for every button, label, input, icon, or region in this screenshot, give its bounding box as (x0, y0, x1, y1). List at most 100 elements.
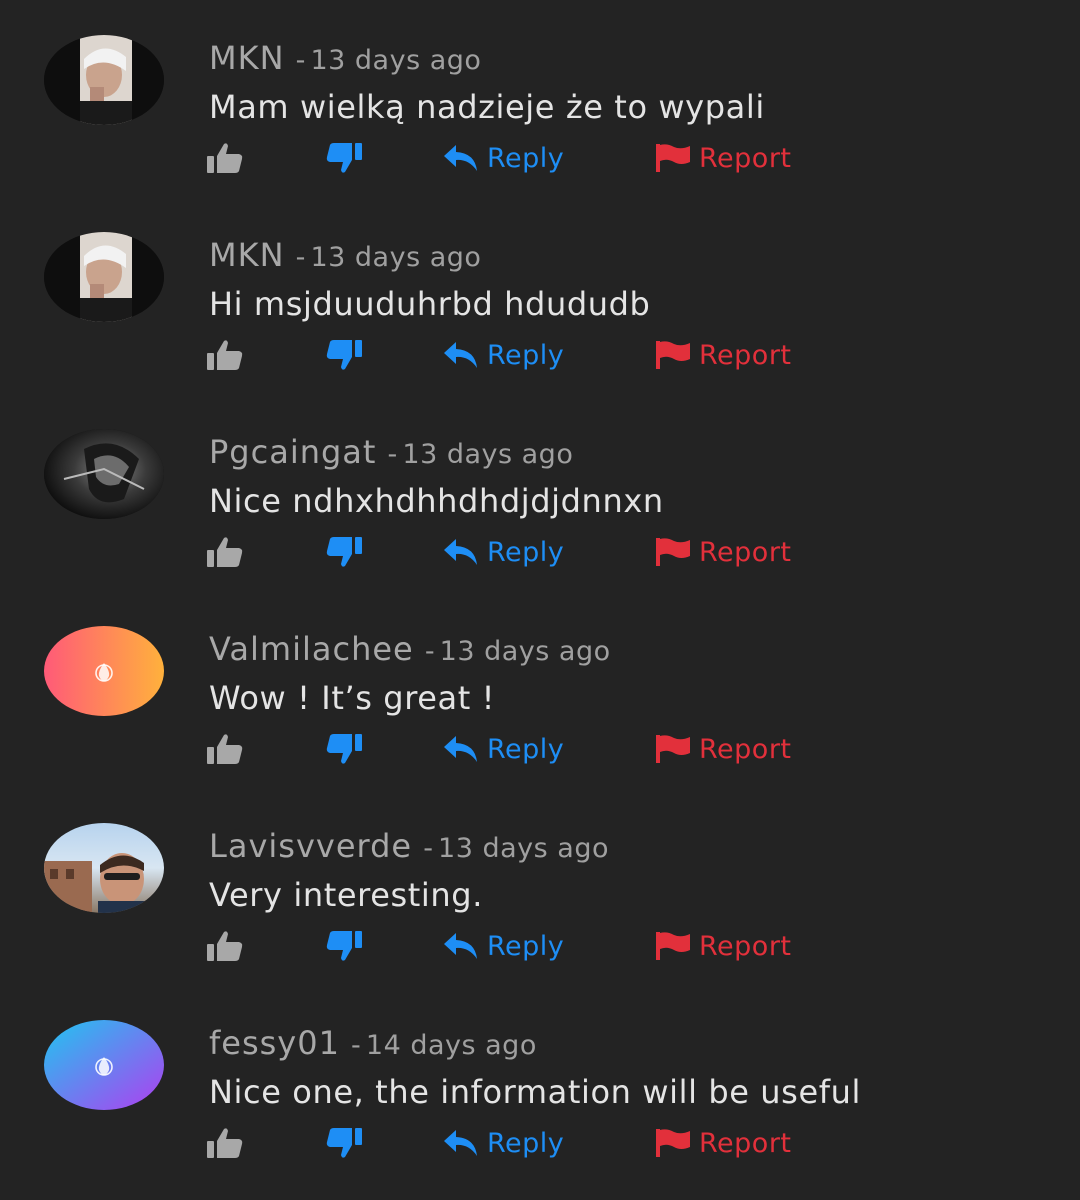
comment-timestamp: 13 days ago (310, 45, 482, 76)
avatar[interactable] (44, 232, 164, 322)
avatar[interactable] (44, 1020, 164, 1110)
report-label: Report (699, 142, 792, 174)
flag-icon (655, 931, 691, 961)
comment-text: Wow ! It’s great ! (209, 679, 496, 717)
flag-icon (655, 1128, 691, 1158)
comment-author[interactable]: fessy01 (209, 1024, 340, 1062)
comment-text: Mam wielką nadzieje że to wypali (209, 88, 765, 126)
reply-arrow-icon (443, 1128, 479, 1158)
thumbs-up-icon (206, 338, 244, 372)
comment-actions: Reply Report (0, 926, 1080, 966)
dislike-button[interactable] (325, 138, 363, 178)
report-label: Report (699, 339, 792, 371)
comment-timestamp: 13 days ago (402, 439, 574, 470)
avatar[interactable] (44, 429, 164, 519)
like-button[interactable] (206, 1123, 244, 1163)
thumbs-up-icon (206, 732, 244, 766)
reply-label: Reply (487, 339, 565, 371)
reply-arrow-icon (443, 931, 479, 961)
report-label: Report (699, 1127, 792, 1159)
avatar[interactable] (44, 823, 164, 913)
report-button[interactable]: Report (655, 926, 792, 966)
reply-button[interactable]: Reply (443, 532, 564, 572)
report-label: Report (699, 733, 792, 765)
comment-item: fessy01 - 14 days ago Nice one, the info… (0, 985, 1080, 1182)
thumbs-down-icon (325, 732, 363, 766)
thumbs-down-icon (325, 1126, 363, 1160)
report-button[interactable]: Report (655, 729, 792, 769)
like-button[interactable] (206, 729, 244, 769)
comment-header: MKN - 13 days ago (209, 38, 481, 84)
comment-item: Lavisvverde - 13 days ago Very interesti… (0, 788, 1080, 985)
comment-timestamp: 13 days ago (310, 242, 482, 273)
comment-header: Pgcaingat - 13 days ago (209, 432, 573, 478)
header-separator: - (295, 45, 306, 76)
dislike-button[interactable] (325, 1123, 363, 1163)
comment-actions: Reply Report (0, 532, 1080, 572)
comment-actions: Reply Report (0, 1123, 1080, 1163)
report-label: Report (699, 536, 792, 568)
thumbs-up-icon (206, 1126, 244, 1160)
header-separator: - (424, 636, 435, 667)
flag-icon (655, 340, 691, 370)
thumbs-up-icon (206, 141, 244, 175)
comment-author[interactable]: MKN (209, 236, 285, 274)
reply-label: Reply (487, 142, 565, 174)
dislike-button[interactable] (325, 729, 363, 769)
like-button[interactable] (206, 532, 244, 572)
reply-button[interactable]: Reply (443, 138, 564, 178)
reply-arrow-icon (443, 734, 479, 764)
comment-item: MKN - 13 days ago Mam wielką nadzieje że… (0, 0, 1080, 197)
dislike-button[interactable] (325, 926, 363, 966)
like-button[interactable] (206, 926, 244, 966)
reply-label: Reply (487, 536, 565, 568)
comment-actions: Reply Report (0, 138, 1080, 178)
thumbs-down-icon (325, 929, 363, 963)
report-button[interactable]: Report (655, 335, 792, 375)
comment-author[interactable]: MKN (209, 39, 285, 77)
comment-list: MKN - 13 days ago Mam wielką nadzieje że… (0, 0, 1080, 1200)
dislike-button[interactable] (325, 532, 363, 572)
header-separator: - (351, 1030, 361, 1061)
thumbs-down-icon (325, 141, 363, 175)
comment-actions: Reply Report (0, 335, 1080, 375)
comment-text: Hi msjduuduhrbd hdududb (209, 285, 651, 323)
avatar[interactable] (44, 35, 164, 125)
comment-text: Nice ndhxhdhhdhdjdjdnnxn (209, 482, 664, 520)
comment-timestamp: 13 days ago (439, 636, 611, 667)
thumbs-down-icon (325, 338, 363, 372)
report-button[interactable]: Report (655, 1123, 792, 1163)
comment-timestamp: 14 days ago (365, 1030, 537, 1061)
reply-label: Reply (487, 733, 565, 765)
like-button[interactable] (206, 335, 244, 375)
comment-item: MKN - 13 days ago Hi msjduuduhrbd hdudud… (0, 197, 1080, 394)
comment-timestamp: 13 days ago (438, 833, 609, 864)
thumbs-down-icon (325, 535, 363, 569)
avatar[interactable] (44, 626, 164, 716)
comment-author[interactable]: Pgcaingat (209, 433, 376, 471)
comment-actions: Reply Report (0, 729, 1080, 769)
report-button[interactable]: Report (655, 138, 792, 178)
reply-button[interactable]: Reply (443, 926, 564, 966)
reply-button[interactable]: Reply (443, 729, 564, 769)
dislike-button[interactable] (325, 335, 363, 375)
flag-icon (655, 537, 691, 567)
thumbs-up-icon (206, 535, 244, 569)
comment-header: Lavisvverde - 13 days ago (209, 826, 609, 872)
reply-arrow-icon (443, 340, 479, 370)
comment-author[interactable]: Valmilachee (209, 630, 414, 668)
report-button[interactable]: Report (655, 532, 792, 572)
reply-label: Reply (487, 1127, 565, 1159)
flag-icon (655, 734, 691, 764)
header-separator: - (295, 242, 306, 273)
header-separator: - (387, 439, 398, 470)
reply-button[interactable]: Reply (443, 335, 564, 375)
comment-header: MKN - 13 days ago (209, 235, 481, 281)
comment-author[interactable]: Lavisvverde (209, 827, 412, 865)
comment-text: Very interesting. (209, 876, 483, 914)
reply-arrow-icon (443, 537, 479, 567)
comment-item: Pgcaingat - 13 days ago Nice ndhxhdhhdhd… (0, 394, 1080, 591)
reply-label: Reply (487, 930, 565, 962)
like-button[interactable] (206, 138, 244, 178)
reply-button[interactable]: Reply (443, 1123, 564, 1163)
